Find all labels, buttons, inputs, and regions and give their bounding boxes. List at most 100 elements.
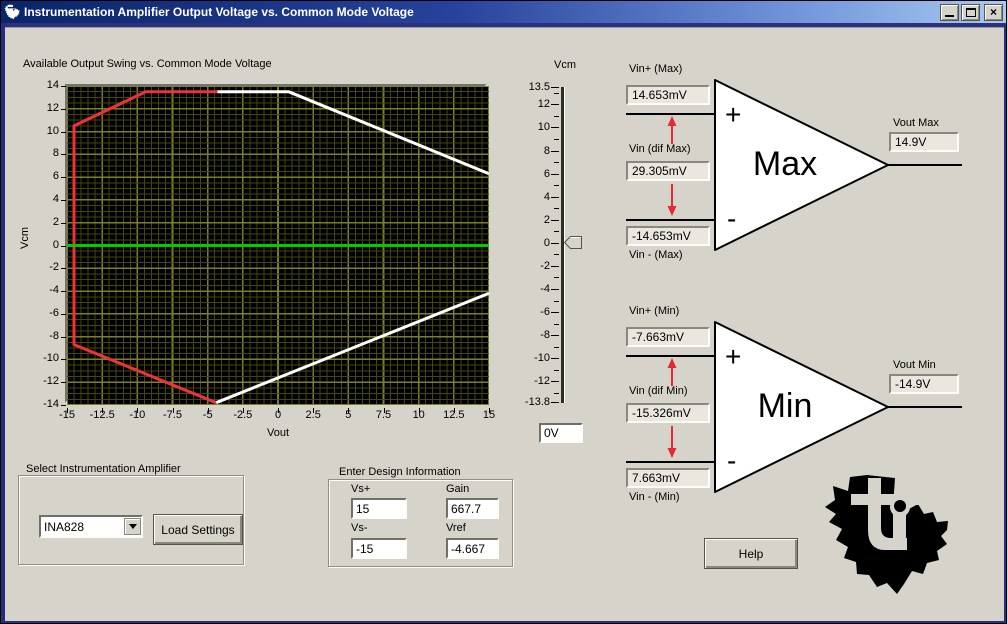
vin-minus-max-label: Vin - (Max) xyxy=(629,249,683,261)
plus-input-sign: + xyxy=(725,341,741,372)
arrow-up-icon xyxy=(668,116,677,144)
x-tick-mark xyxy=(384,408,385,413)
x-tick-mark xyxy=(102,408,103,413)
slider-minor-tick xyxy=(554,162,559,163)
slider-minor-tick xyxy=(554,301,559,302)
slider-tick-mark xyxy=(551,104,559,105)
slider-minor-tick xyxy=(554,347,559,348)
y-tick-label: -14 xyxy=(19,398,59,410)
dropdown-button[interactable] xyxy=(124,518,141,535)
x-tick-label: 15 xyxy=(467,409,511,421)
slider-tick-mark xyxy=(551,87,559,88)
slider-tick-label: 2 xyxy=(510,214,550,226)
slider-minor-tick xyxy=(554,277,559,278)
arrow-down-icon xyxy=(668,426,677,458)
slider-tick-mark xyxy=(551,335,559,336)
help-button[interactable]: Help xyxy=(704,538,798,569)
x-tick-label: 0 xyxy=(256,409,300,421)
front-panel: Available Output Swing vs. Common Mode V… xyxy=(5,27,1004,621)
slider-minor-tick xyxy=(554,208,559,209)
slider-tick-label: 6 xyxy=(510,168,550,180)
vcm-slider-label: Vcm xyxy=(545,59,585,71)
window-title: Instrumentation Amplifier Output Voltage… xyxy=(24,5,938,19)
amplifier-dropdown-value: INA828 xyxy=(41,520,124,534)
slider-tick-label: -13.8 xyxy=(510,396,550,408)
maximize-button[interactable] xyxy=(961,4,980,21)
minus-input-sign: - xyxy=(727,203,736,234)
gain-input[interactable] xyxy=(446,498,499,519)
x-tick-label: 10 xyxy=(397,409,441,421)
slider-tick-label: -10 xyxy=(510,352,550,364)
load-settings-button[interactable]: Load Settings xyxy=(153,514,243,545)
x-tick-mark xyxy=(137,408,138,413)
slider-minor-tick xyxy=(554,139,559,140)
slider-minor-tick xyxy=(554,370,559,371)
x-tick-mark xyxy=(454,408,455,413)
x-tick-mark xyxy=(278,408,279,413)
slider-minor-tick xyxy=(554,393,559,394)
x-tick-label: -5 xyxy=(186,409,230,421)
y-tick-label: -4 xyxy=(19,284,59,296)
x-tick-mark xyxy=(173,408,174,413)
vs-plus-input[interactable] xyxy=(351,498,407,519)
x-tick-mark xyxy=(313,408,314,413)
close-button[interactable]: × xyxy=(984,4,1003,21)
minimize-icon xyxy=(945,15,954,17)
arrow-up-icon xyxy=(668,358,677,386)
amp-select-title: Select Instrumentation Amplifier xyxy=(26,463,181,475)
vcm-value-input[interactable] xyxy=(539,423,583,443)
x-axis-label: Vout xyxy=(67,427,489,439)
y-tick-label: -2 xyxy=(19,261,59,273)
gain-label: Gain xyxy=(446,483,469,495)
slider-minor-tick xyxy=(554,324,559,325)
slider-tick-label: 12 xyxy=(510,98,550,110)
y-tick-label: -12 xyxy=(19,375,59,387)
vin-minus-max-value: -14.653mV xyxy=(626,226,710,246)
y-tick-label: 4 xyxy=(19,193,59,205)
vin-plus-min-value: -7.663mV xyxy=(626,327,710,347)
plus-input-sign: + xyxy=(725,99,741,130)
vout-min-value: -14.9V xyxy=(889,374,959,394)
slider-tick-mark xyxy=(551,266,559,267)
vin-plus-min-label: Vin+ (Min) xyxy=(629,305,679,317)
x-tick-label: 2.5 xyxy=(291,409,335,421)
y-tick-label: 10 xyxy=(19,125,59,137)
maximize-icon xyxy=(966,8,976,17)
minimize-button[interactable] xyxy=(940,4,959,21)
x-tick-label: -7.5 xyxy=(151,409,195,421)
y-axis-label: Vcm xyxy=(19,218,31,258)
x-tick-mark xyxy=(419,408,420,413)
x-tick-label: 7.5 xyxy=(362,409,406,421)
x-tick-label: -2.5 xyxy=(221,409,265,421)
vs-minus-input[interactable] xyxy=(351,538,407,559)
x-tick-label: -10 xyxy=(115,409,159,421)
x-tick-label: -15 xyxy=(45,409,89,421)
slider-minor-tick xyxy=(554,93,559,94)
minus-input-sign: - xyxy=(727,445,736,476)
amplifier-dropdown[interactable]: INA828 xyxy=(39,515,143,538)
slider-tick-mark xyxy=(551,220,559,221)
vcm-slider-thumb[interactable] xyxy=(564,236,582,249)
output-swing-plot xyxy=(65,84,487,403)
titlebar[interactable]: Instrumentation Amplifier Output Voltage… xyxy=(1,1,1006,23)
x-tick-mark xyxy=(208,408,209,413)
plot-canvas xyxy=(67,86,489,405)
x-tick-label: -12.5 xyxy=(80,409,124,421)
vs-plus-label: Vs+ xyxy=(351,483,370,495)
slider-minor-tick xyxy=(554,231,559,232)
y-tick-label: -10 xyxy=(19,352,59,364)
slider-tick-mark xyxy=(551,312,559,313)
x-tick-mark xyxy=(67,408,68,413)
close-icon: × xyxy=(990,6,997,18)
slider-tick-mark xyxy=(551,197,559,198)
graph-title: Available Output Swing vs. Common Mode V… xyxy=(23,58,272,70)
y-tick-label: -8 xyxy=(19,330,59,342)
slider-tick-label: -8 xyxy=(510,329,550,341)
slider-tick-mark xyxy=(551,358,559,359)
slider-tick-mark xyxy=(551,402,559,403)
x-tick-mark xyxy=(489,408,490,413)
y-tick-mark xyxy=(61,405,66,406)
amp-min-name: Min xyxy=(715,387,855,426)
x-tick-mark xyxy=(348,408,349,413)
vref-input[interactable] xyxy=(446,538,499,559)
